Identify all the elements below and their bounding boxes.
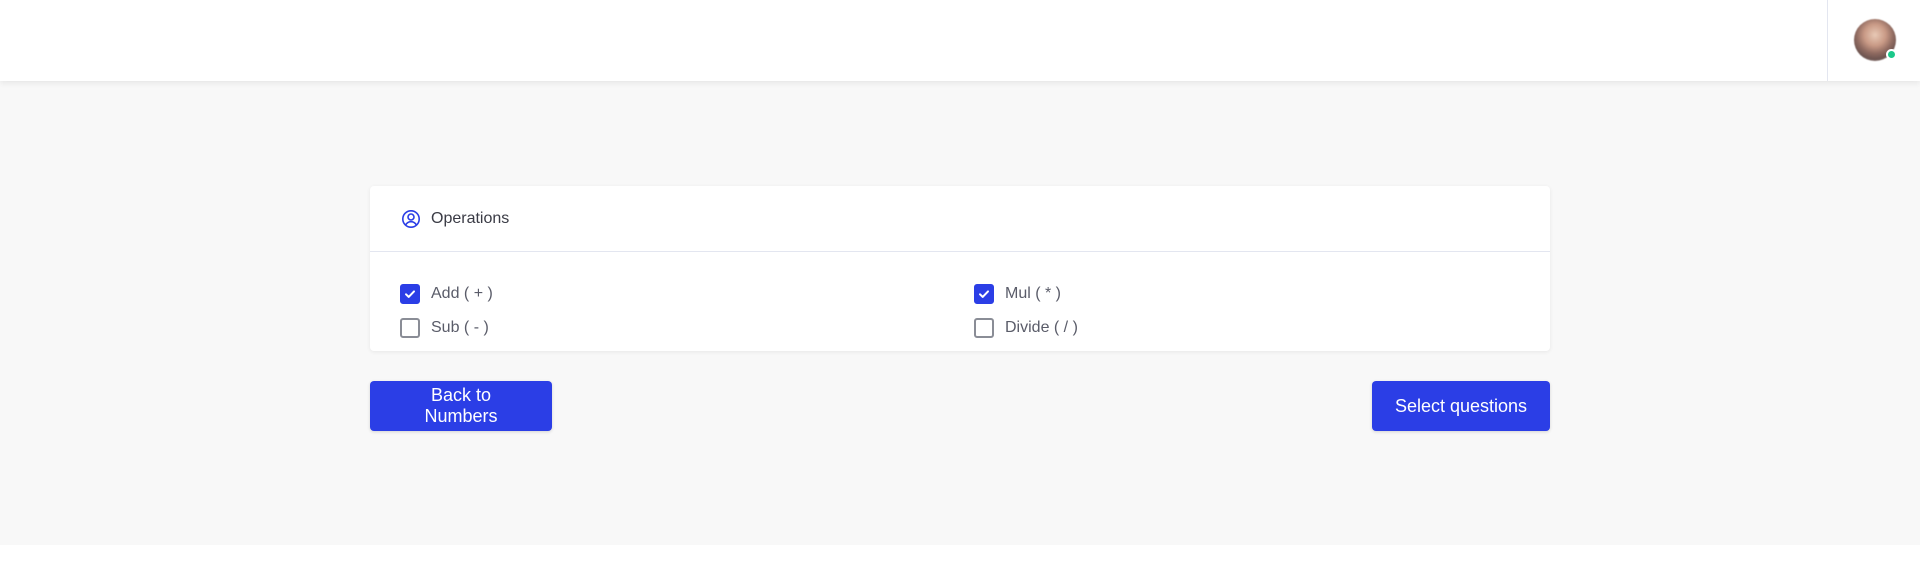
mul-checkbox[interactable] <box>974 284 994 304</box>
sub-checkbox[interactable] <box>400 318 420 338</box>
checkmark-icon <box>405 290 415 298</box>
topbar-divider <box>1827 0 1828 81</box>
top-navbar <box>0 0 1920 81</box>
select-questions-button[interactable]: Select questions <box>1372 381 1550 431</box>
sub-label: Sub ( - ) <box>431 319 489 336</box>
card-header: Operations <box>370 186 1550 252</box>
card-title: Operations <box>431 209 510 227</box>
checkmark-icon <box>979 290 989 298</box>
option-add[interactable]: Add ( + ) <box>400 284 493 304</box>
option-divide[interactable]: Divide ( / ) <box>974 318 1078 338</box>
add-checkbox[interactable] <box>400 284 420 304</box>
option-sub[interactable]: Sub ( - ) <box>400 318 489 338</box>
card-body: Add ( + ) Sub ( - ) Mul ( * ) Divide ( /… <box>370 252 1550 350</box>
user-circle-icon <box>401 209 421 229</box>
online-status-indicator <box>1886 49 1897 60</box>
divide-label: Divide ( / ) <box>1005 319 1078 336</box>
add-label: Add ( + ) <box>431 285 493 302</box>
option-mul[interactable]: Mul ( * ) <box>974 284 1061 304</box>
operations-card: Operations Add ( + ) Sub ( - ) Mul ( * )… <box>370 186 1550 351</box>
user-avatar-button[interactable] <box>1854 19 1897 61</box>
divide-checkbox[interactable] <box>974 318 994 338</box>
back-to-numbers-button[interactable]: Back to Numbers <box>370 381 552 431</box>
mul-label: Mul ( * ) <box>1005 285 1061 302</box>
